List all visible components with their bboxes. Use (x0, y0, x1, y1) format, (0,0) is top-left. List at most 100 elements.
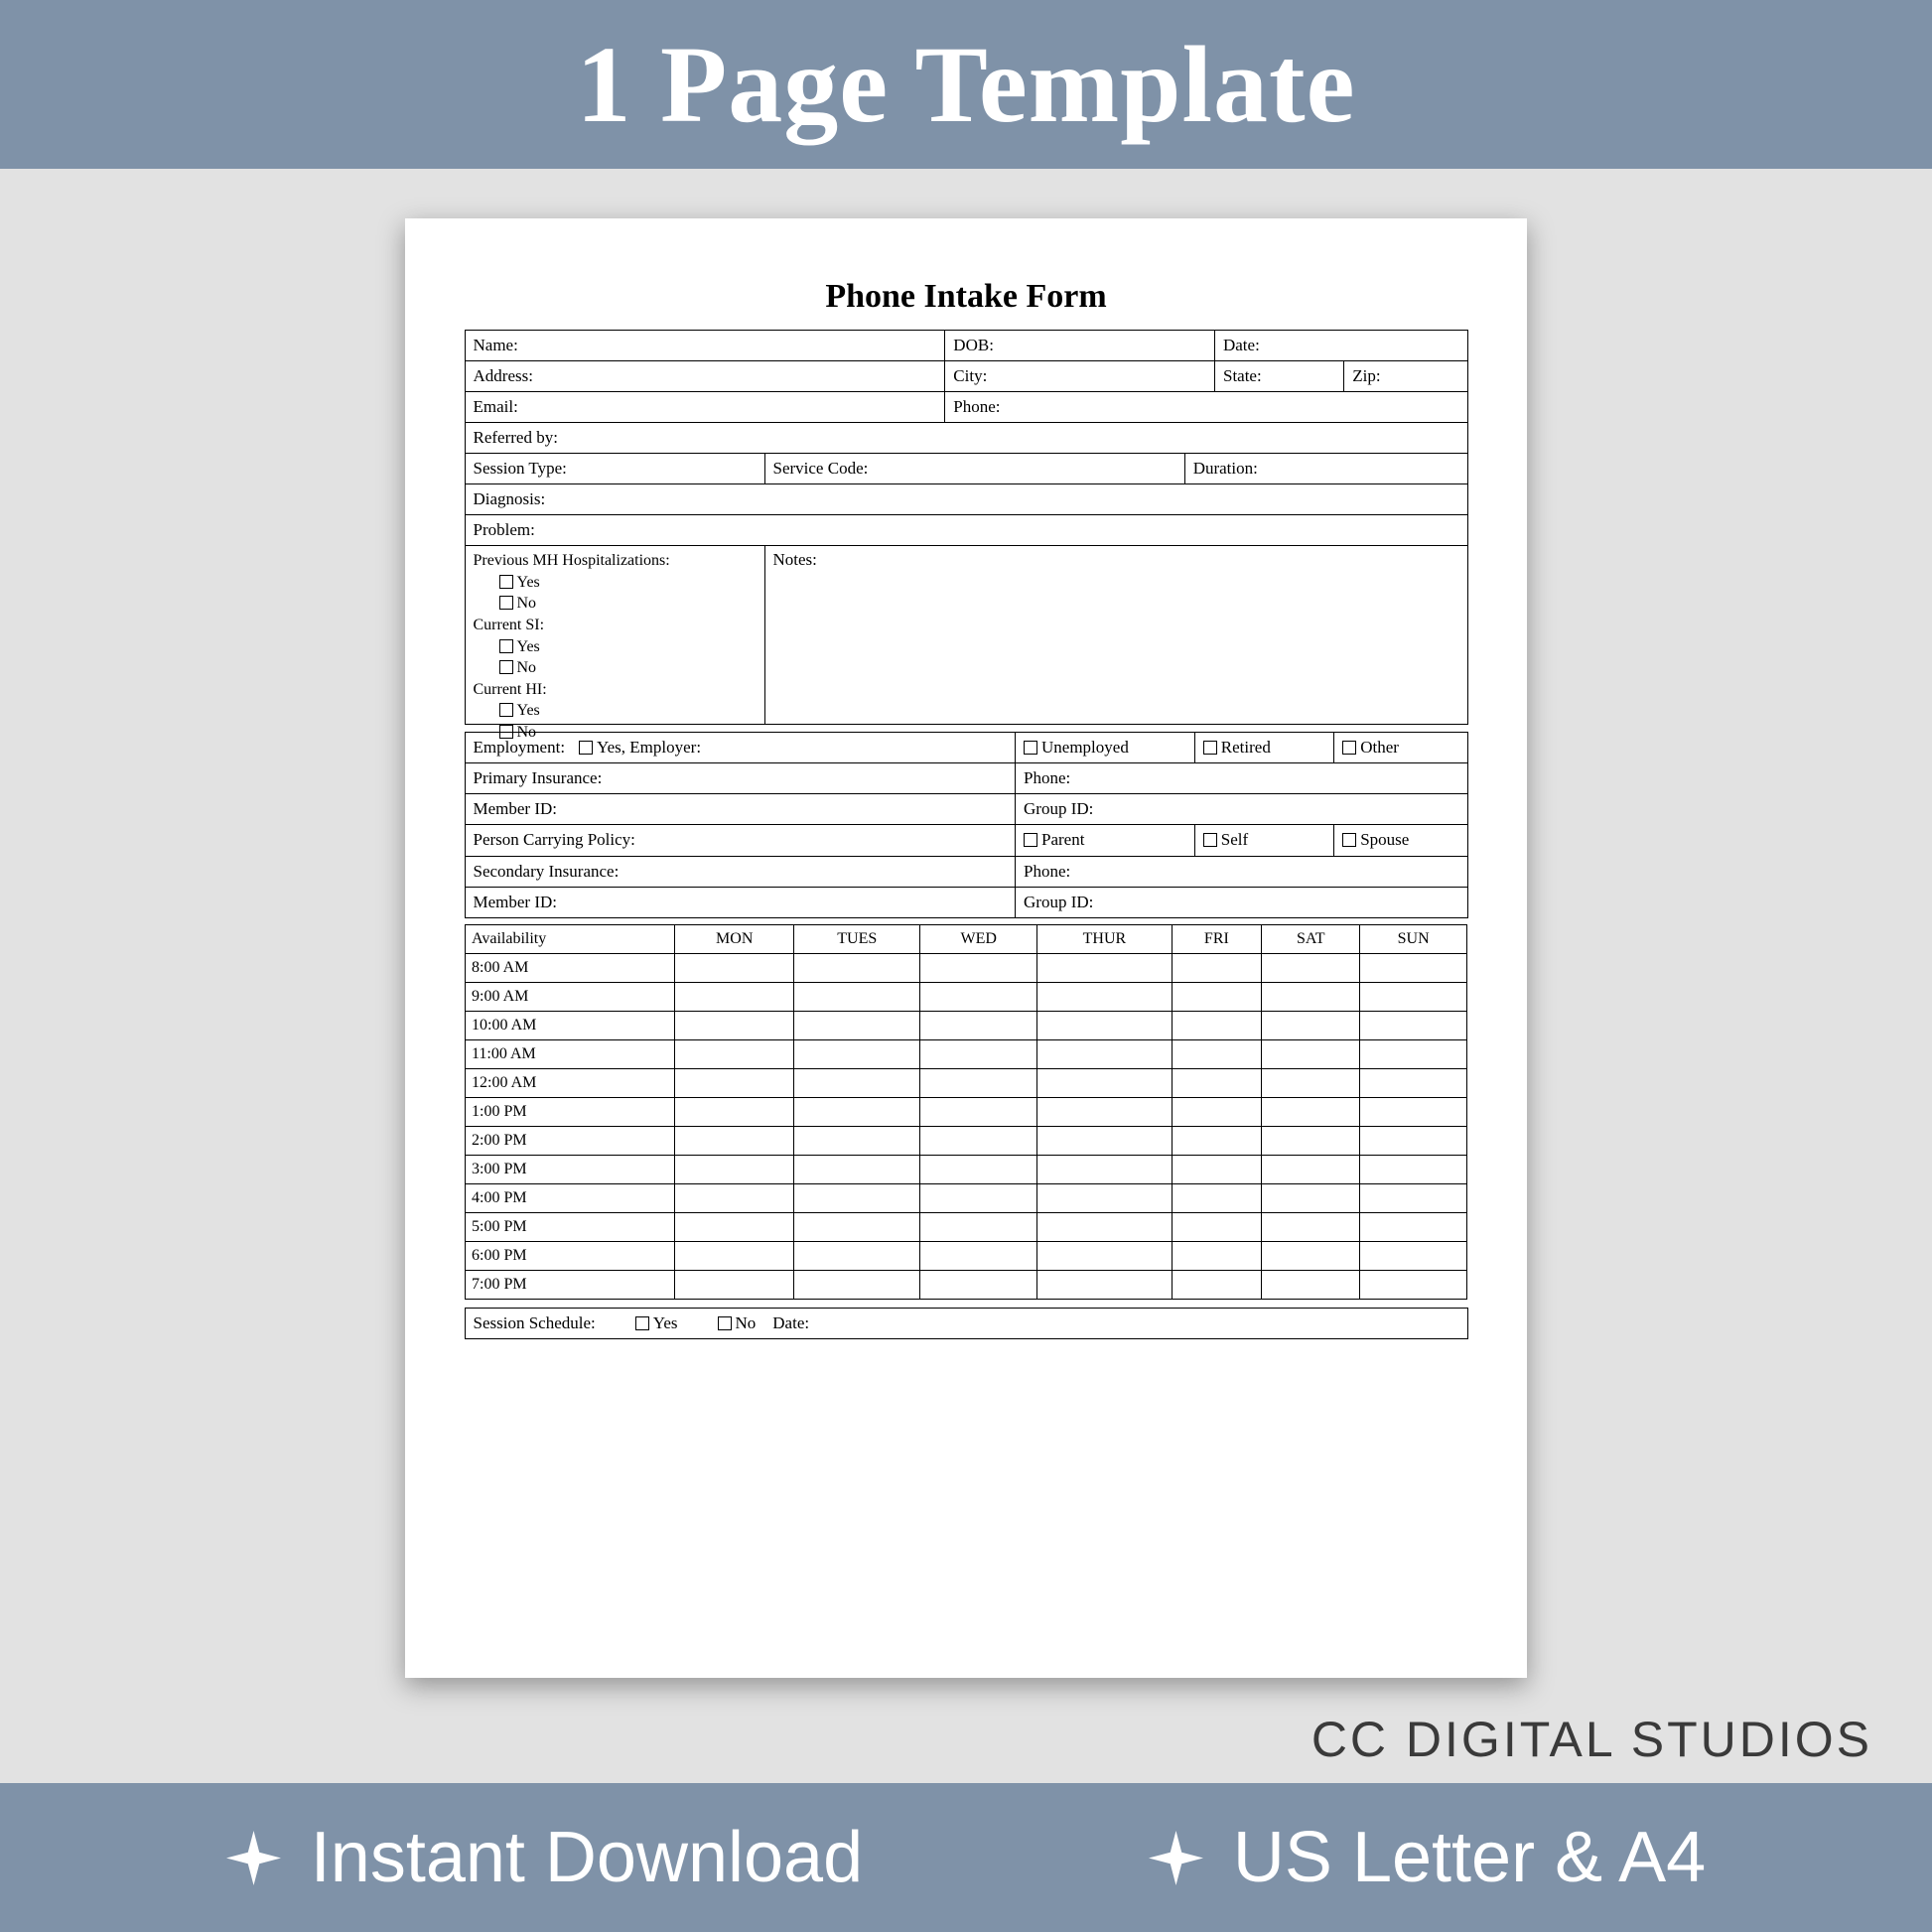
si-yes: Yes (517, 638, 540, 655)
self-label: Self (1221, 830, 1248, 849)
hi-yes: Yes (517, 702, 540, 719)
checkbox-icon (635, 1316, 649, 1330)
availability-cell (794, 1156, 920, 1184)
table-row: 3:00 PM (466, 1156, 1467, 1184)
time-cell: 7:00 PM (466, 1271, 675, 1300)
availability-cell (1037, 1127, 1172, 1156)
availability-cell (1360, 1098, 1467, 1127)
referred-field: Referred by: (465, 422, 1468, 454)
other-label: Other (1360, 738, 1399, 757)
availability-cell (1037, 1271, 1172, 1300)
checkbox-icon (499, 660, 513, 674)
table-row: 6:00 PM (466, 1242, 1467, 1271)
table-row: 8:00 AM (466, 954, 1467, 983)
sparkle-icon (226, 1831, 281, 1885)
checkbox-icon (1203, 741, 1217, 755)
availability-cell (675, 1069, 794, 1098)
availability-cell (1262, 1213, 1360, 1242)
carrying-policy-field: Person Carrying Policy: (465, 824, 1017, 856)
availability-cell (1360, 1242, 1467, 1271)
zip-field: Zip: (1343, 360, 1467, 392)
availability-cell (1172, 1069, 1262, 1098)
availability-cell (920, 1012, 1037, 1040)
availability-cell (1037, 954, 1172, 983)
city-field: City: (944, 360, 1215, 392)
availability-cell (1037, 1098, 1172, 1127)
banner-title: 1 Page Template (577, 22, 1356, 148)
form-page: Phone Intake Form Name: DOB: Date: Addre… (405, 218, 1527, 1678)
availability-cell (1172, 1184, 1262, 1213)
availability-cell (1172, 1242, 1262, 1271)
availability-cell (920, 1156, 1037, 1184)
availability-cell (920, 983, 1037, 1012)
availability-cell (1172, 954, 1262, 983)
availability-cell (675, 1184, 794, 1213)
availability-cell (1262, 1012, 1360, 1040)
availability-cell (920, 1242, 1037, 1271)
availability-cell (1262, 1242, 1360, 1271)
availability-cell (794, 983, 920, 1012)
table-row: 7:00 PM (466, 1271, 1467, 1300)
employment-label: Employment: (474, 737, 566, 759)
hi-label: Current HI: (474, 679, 757, 701)
checkbox-icon (499, 639, 513, 653)
time-cell: 4:00 PM (466, 1184, 675, 1213)
employment-cell: Employment: Yes, Employer: (465, 732, 1017, 763)
duration-field: Duration: (1184, 453, 1468, 484)
session-schedule-row: Session Schedule: Yes No Date: (465, 1308, 1468, 1339)
availability-cell (920, 954, 1037, 983)
availability-cell (794, 1012, 920, 1040)
ins-phone-field-2: Phone: (1015, 856, 1468, 888)
availability-cell (1262, 1040, 1360, 1069)
availability-cell (794, 1242, 920, 1271)
availability-cell (1360, 1040, 1467, 1069)
group-id-field-2: Group ID: (1015, 887, 1468, 918)
availability-cell (794, 1127, 920, 1156)
notes-field: Notes: (764, 545, 1468, 725)
table-row: 2:00 PM (466, 1127, 1467, 1156)
availability-cell (794, 1040, 920, 1069)
time-cell: 11:00 AM (466, 1040, 675, 1069)
availability-table: AvailabilityMONTUESWEDTHURFRISATSUN 8:00… (465, 924, 1467, 1300)
availability-cell (794, 1271, 920, 1300)
availability-cell (675, 1242, 794, 1271)
table-row: 1:00 PM (466, 1098, 1467, 1127)
availability-cell (1037, 1242, 1172, 1271)
date-field: Date: (1214, 330, 1468, 361)
brand-label: CC DIGITAL STUDIOS (1311, 1711, 1872, 1768)
availability-cell (1360, 1012, 1467, 1040)
availability-cell (1172, 1098, 1262, 1127)
time-cell: 8:00 AM (466, 954, 675, 983)
availability-cell (1262, 1271, 1360, 1300)
checkbox-icon (718, 1316, 732, 1330)
day-header: WED (920, 925, 1037, 954)
availability-cell (794, 1069, 920, 1098)
availability-cell (1037, 1012, 1172, 1040)
yes-employer-label: Yes, Employer: (597, 738, 701, 757)
availability-cell (794, 1098, 920, 1127)
checkbox-icon (499, 575, 513, 589)
time-cell: 12:00 AM (466, 1069, 675, 1098)
mh-prev-label: Previous MH Hospitalizations: (474, 550, 757, 572)
availability-cell (1360, 954, 1467, 983)
state-field: State: (1214, 360, 1344, 392)
secondary-insurance-field: Secondary Insurance: (465, 856, 1017, 888)
member-id-field: Member ID: (465, 793, 1017, 825)
time-cell: 3:00 PM (466, 1156, 675, 1184)
availability-cell (794, 1213, 920, 1242)
form-title: Phone Intake Form (465, 278, 1467, 316)
availability-cell (675, 983, 794, 1012)
table-row: 9:00 AM (466, 983, 1467, 1012)
availability-cell (920, 1098, 1037, 1127)
availability-cell (1172, 983, 1262, 1012)
availability-cell (1037, 1040, 1172, 1069)
availability-cell (1262, 1184, 1360, 1213)
availability-cell (675, 1012, 794, 1040)
availability-cell (1262, 1127, 1360, 1156)
address-field: Address: (465, 360, 946, 392)
feature-us-letter-a4: US Letter & A4 (1149, 1817, 1706, 1898)
availability-cell (1037, 1156, 1172, 1184)
availability-cell (1360, 1184, 1467, 1213)
availability-cell (794, 954, 920, 983)
problem-field: Problem: (465, 514, 1468, 546)
